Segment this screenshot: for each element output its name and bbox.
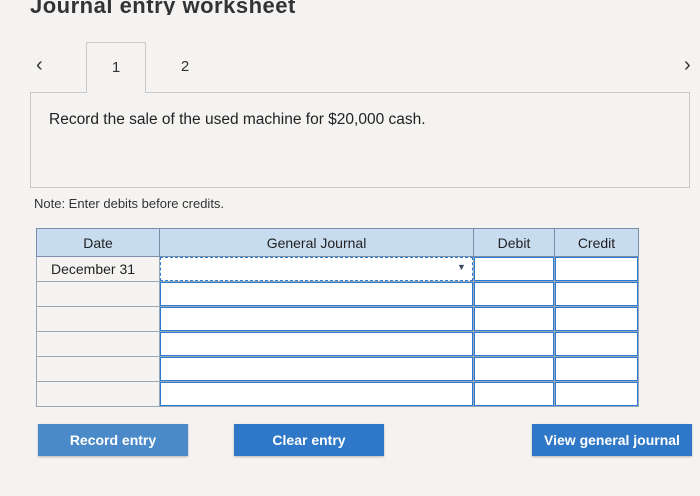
- chevron-left-icon[interactable]: ‹: [36, 54, 43, 77]
- prompt-box: Record the sale of the used machine for …: [30, 92, 690, 188]
- date-cell: [36, 356, 160, 382]
- debit-input[interactable]: [474, 332, 554, 356]
- credit-input[interactable]: [555, 382, 638, 406]
- journal-table: Date General Journal Debit Credit Decemb…: [36, 228, 639, 407]
- account-field[interactable]: [160, 382, 473, 406]
- debit-header: Debit: [473, 228, 555, 257]
- record-entry-button[interactable]: Record entry: [38, 424, 188, 456]
- debit-input[interactable]: [474, 307, 554, 331]
- account-dropdown[interactable]: [160, 257, 473, 281]
- date-cell: December 31: [36, 256, 160, 282]
- credit-input[interactable]: [555, 357, 638, 381]
- credit-input[interactable]: [555, 332, 638, 356]
- clear-entry-button[interactable]: Clear entry: [234, 424, 384, 456]
- table-row: [36, 281, 639, 307]
- note-text: Note: Enter debits before credits.: [34, 196, 225, 211]
- table-row: [36, 306, 639, 332]
- account-field[interactable]: [160, 357, 473, 381]
- date-cell: [36, 281, 160, 307]
- page-title: Journal entry worksheet: [30, 0, 296, 15]
- journal-header-row: Date General Journal Debit Credit: [36, 228, 639, 257]
- date-cell: [36, 381, 160, 407]
- account-header: General Journal: [159, 228, 474, 257]
- account-field[interactable]: [160, 307, 473, 331]
- date-cell: [36, 306, 160, 332]
- tab-1[interactable]: 1: [86, 42, 146, 93]
- table-row: [36, 356, 639, 382]
- debit-input[interactable]: [474, 282, 554, 306]
- dropdown-caret-icon[interactable]: ▼: [457, 262, 698, 272]
- tab-2[interactable]: 2: [160, 42, 210, 92]
- debit-input[interactable]: [474, 357, 554, 381]
- account-field[interactable]: [160, 282, 473, 306]
- date-header: Date: [36, 228, 160, 257]
- credit-input[interactable]: [555, 282, 638, 306]
- date-cell: [36, 331, 160, 357]
- table-row: [36, 331, 639, 357]
- table-row: [36, 381, 639, 407]
- view-general-journal-button[interactable]: View general journal: [532, 424, 692, 456]
- debit-input[interactable]: [474, 382, 554, 406]
- prompt-text: Record the sale of the used machine for …: [49, 111, 426, 128]
- credit-input[interactable]: [555, 307, 638, 331]
- credit-header: Credit: [554, 228, 639, 257]
- chevron-right-icon[interactable]: ›: [684, 54, 691, 77]
- account-field[interactable]: [160, 332, 473, 356]
